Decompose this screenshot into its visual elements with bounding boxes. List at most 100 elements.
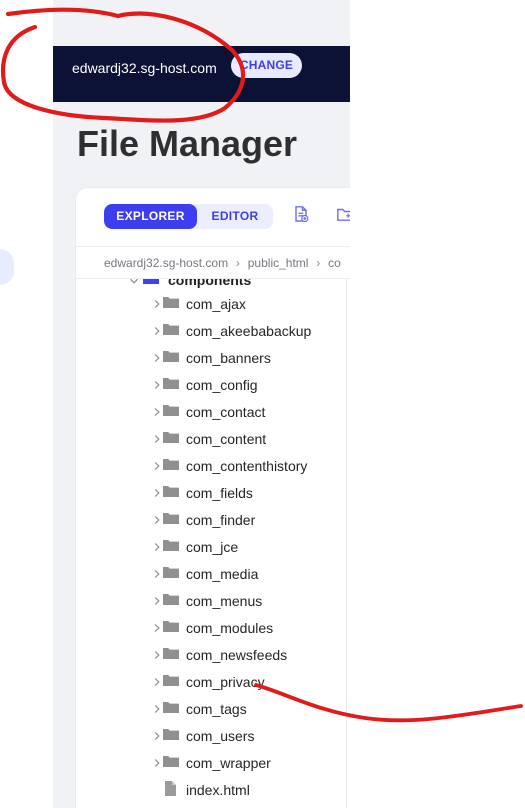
left-sidebar-edge [0, 0, 53, 808]
tree-item-label: com_tags [186, 701, 247, 717]
folder-icon [163, 432, 179, 443]
folder-icon [163, 486, 179, 497]
tree-item-label: com_finder [186, 512, 256, 528]
site-name: edwardj32.sg-host.com [72, 60, 217, 76]
tree-item-label: com_content [186, 431, 267, 447]
tree-item[interactable]: com_media [76, 561, 346, 588]
tree-item-label: com_users [186, 728, 255, 744]
breadcrumb-item[interactable]: co [328, 254, 341, 272]
chevron-down-icon[interactable] [129, 279, 139, 286]
folder-icon [163, 594, 179, 605]
chevron-right-icon[interactable] [152, 650, 162, 660]
page-title: File Manager [77, 123, 298, 164]
tree-item[interactable]: com_users [76, 723, 346, 750]
breadcrumb-item[interactable]: public_html [248, 254, 309, 272]
tree-item-label: components [168, 279, 252, 288]
chevron-right-icon[interactable] [152, 542, 162, 552]
tree-item-label: com_fields [186, 485, 253, 501]
tree-item[interactable]: com_jce [76, 534, 346, 561]
tree-item-label: com_akeebabackup [186, 323, 312, 339]
tree-item-label: com_modules [186, 620, 274, 636]
folder-open-icon [143, 279, 159, 284]
chevron-right-icon[interactable] [152, 353, 162, 363]
tree-item-label: com_newsfeeds [186, 647, 288, 663]
chevron-right-icon[interactable] [152, 326, 162, 336]
tree-item[interactable]: index.html [76, 777, 346, 804]
chevron-right-icon[interactable] [152, 677, 162, 687]
folder-icon [163, 756, 179, 767]
tree-item[interactable]: com_menus [76, 588, 346, 615]
chevron-right-icon[interactable] [152, 299, 162, 309]
view-mode-switch: EXPLORER EDITOR [104, 204, 273, 229]
chevron-right-icon[interactable] [152, 407, 162, 417]
tree-item[interactable]: com_privacy [76, 669, 346, 696]
chevron-right-icon[interactable] [152, 704, 162, 714]
folder-icon [163, 405, 179, 416]
folder-icon [163, 459, 179, 470]
tree-item-label: com_ajax [186, 296, 246, 312]
file-manager-app: edwardj32.sg-host.com CHANGE File Manage… [53, 0, 350, 808]
file-manager-card: EXPLORER EDITOR edwardj32.sg-host.com › … [76, 188, 350, 808]
tree-item[interactable]: com_modules [76, 615, 346, 642]
screenshot-page: edwardj32.sg-host.com CHANGE File Manage… [0, 0, 525, 808]
folder-icon [163, 297, 179, 308]
folder-icon [163, 648, 179, 659]
chevron-right-icon[interactable] [152, 434, 162, 444]
tree-item[interactable]: com_newsfeeds [76, 642, 346, 669]
chevron-right-icon[interactable] [152, 758, 162, 768]
tree-item-label: com_privacy [186, 674, 265, 690]
tree-item[interactable]: com_tags [76, 696, 346, 723]
folder-icon [163, 621, 179, 632]
chevron-right-icon[interactable] [152, 488, 162, 498]
tree-item-label: com_wrapper [186, 755, 271, 771]
chevron-right-icon[interactable] [152, 596, 162, 606]
breadcrumb-item[interactable]: edwardj32.sg-host.com [104, 254, 228, 272]
tree-item[interactable]: com_contact [76, 399, 346, 426]
site-selector-bar: edwardj32.sg-host.com CHANGE [53, 46, 350, 102]
breadcrumb: edwardj32.sg-host.com › public_html › co [104, 254, 341, 272]
toolbar-divider [76, 246, 350, 247]
folder-icon [163, 540, 179, 551]
tree-item-label: index.html [186, 782, 250, 798]
folder-icon [163, 378, 179, 389]
chevron-right-icon[interactable] [152, 380, 162, 390]
tree-item[interactable]: com_banners [76, 345, 346, 372]
tree-item-label: com_config [186, 377, 258, 393]
chevron-right-icon[interactable] [152, 623, 162, 633]
tree-scroll-edge [346, 279, 347, 808]
tree-item[interactable]: com_config [76, 372, 346, 399]
tab-explorer[interactable]: EXPLORER [104, 204, 197, 229]
change-site-button[interactable]: CHANGE [231, 53, 302, 78]
tree-item-label: com_menus [186, 593, 263, 609]
tab-editor[interactable]: EDITOR [197, 204, 273, 229]
folder-icon [163, 675, 179, 686]
folder-icon [163, 729, 179, 740]
folder-icon [163, 567, 179, 578]
folder-icon [163, 324, 179, 335]
tree-item[interactable]: com_akeebabackup [76, 318, 346, 345]
tree-item[interactable]: com_ajax [76, 291, 346, 318]
chevron-right-icon[interactable] [152, 515, 162, 525]
tree-item[interactable]: com_wrapper [76, 750, 346, 777]
sidebar-collapse-tab[interactable] [0, 249, 14, 285]
tree-item-label: com_banners [186, 350, 271, 366]
right-empty-area [350, 0, 525, 808]
tree-item-label: com_jce [186, 539, 239, 555]
tree-item-label: com_contenthistory [186, 458, 308, 474]
tree-item-label: com_media [186, 566, 259, 582]
tree-item-components[interactable]: components [76, 279, 346, 291]
chevron-right-icon[interactable] [152, 731, 162, 741]
file-icon [165, 781, 176, 796]
file-tree: components com_ajax com_akeebabackup com… [76, 279, 346, 808]
new-file-icon[interactable] [292, 205, 310, 223]
folder-icon [163, 702, 179, 713]
tree-item-label: com_contact [186, 404, 266, 420]
tree-item[interactable]: com_content [76, 426, 346, 453]
chevron-right-icon[interactable] [152, 569, 162, 579]
chevron-right-icon[interactable] [152, 461, 162, 471]
new-folder-icon[interactable] [336, 205, 350, 223]
tree-item[interactable]: com_finder [76, 507, 346, 534]
tree-item[interactable]: com_contenthistory [76, 453, 346, 480]
tree-item[interactable]: com_fields [76, 480, 346, 507]
breadcrumb-chevron-icon: › [235, 256, 240, 270]
